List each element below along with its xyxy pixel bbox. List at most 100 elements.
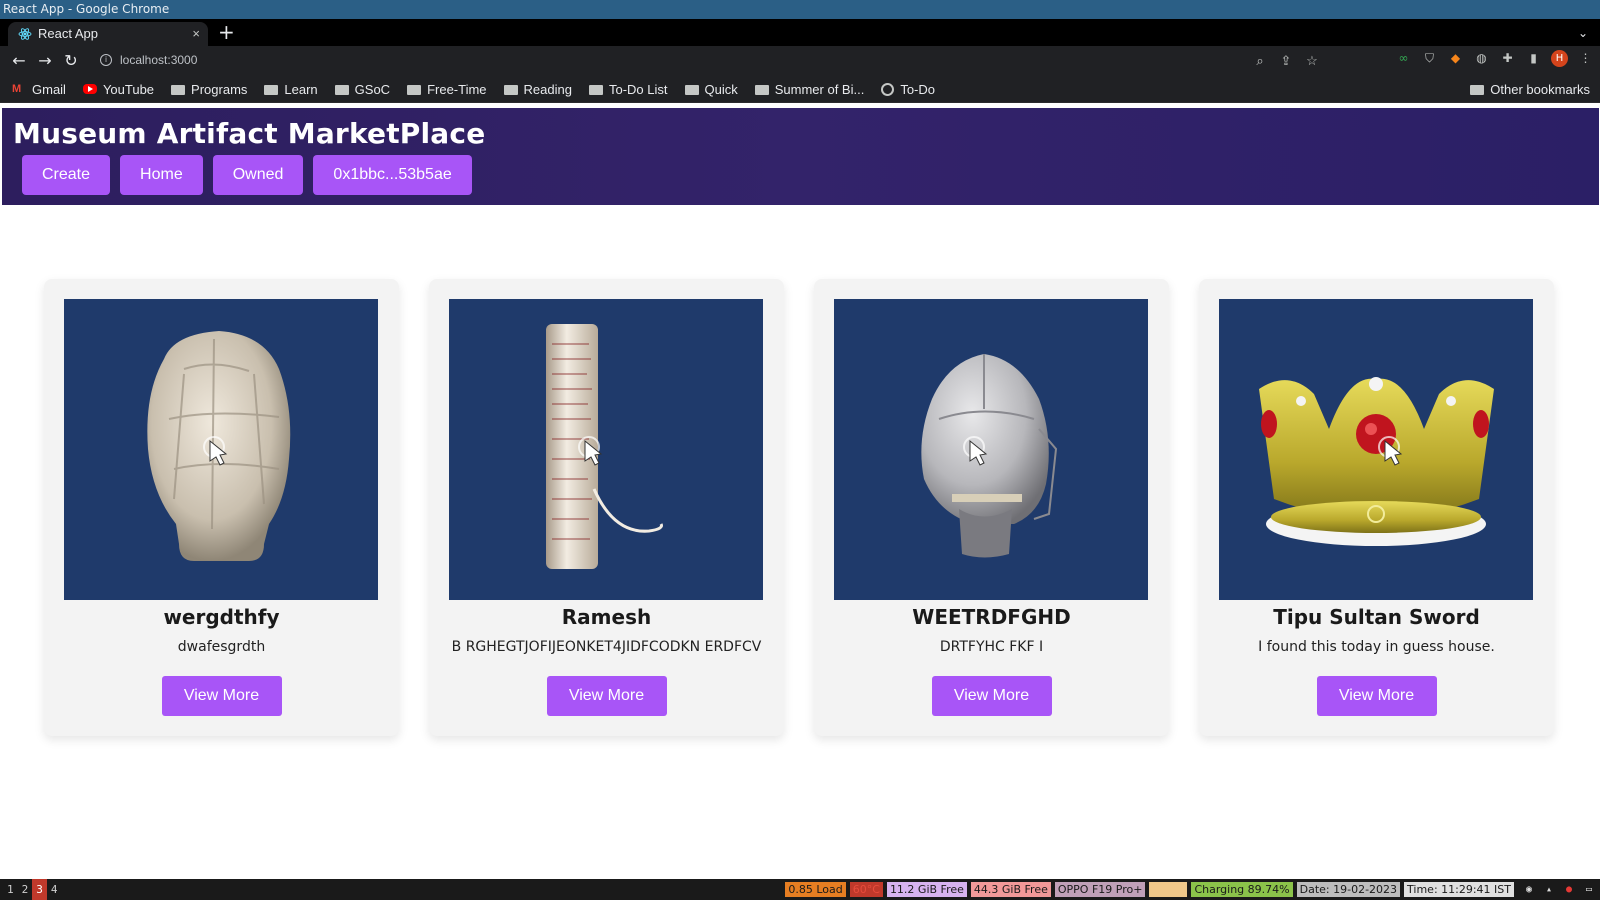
status-segment: 11.2 GiB Free bbox=[886, 882, 967, 897]
extension-shield-icon[interactable]: ⛉ bbox=[1421, 50, 1438, 67]
profile-avatar[interactable]: H bbox=[1551, 50, 1568, 67]
zoom-icon[interactable]: ⌕ bbox=[1252, 49, 1268, 72]
artifact-card: Tipu Sultan Sword I found this today in … bbox=[1199, 279, 1554, 736]
extension-infinity-icon[interactable]: ∞ bbox=[1395, 50, 1412, 67]
menu-kebab-icon[interactable]: ⋮ bbox=[1577, 50, 1594, 67]
tab-search-icon[interactable]: ⌄ bbox=[1578, 21, 1588, 45]
view-more-button[interactable]: View More bbox=[161, 676, 282, 716]
status-segment: 0.85 Load bbox=[785, 882, 846, 897]
bookmark-label: Reading bbox=[523, 81, 572, 97]
reload-icon[interactable]: ↻ bbox=[60, 50, 82, 72]
artifact-title: Tipu Sultan Sword bbox=[1273, 605, 1480, 629]
workspace-1[interactable]: 1 bbox=[3, 879, 18, 900]
network-tray-icon[interactable]: ▴ bbox=[1542, 883, 1556, 897]
react-logo-icon bbox=[18, 28, 32, 40]
share-icon[interactable]: ⇪ bbox=[1278, 49, 1294, 72]
side-panel-icon[interactable]: ▮ bbox=[1525, 50, 1542, 67]
discord-tray-icon[interactable]: ◉ bbox=[1522, 883, 1536, 897]
display-tray-icon[interactable]: ▭ bbox=[1582, 883, 1596, 897]
view-more-button[interactable]: View More bbox=[1316, 676, 1437, 716]
bookmark-free-time[interactable]: Free-Time bbox=[407, 82, 487, 97]
extensions-puzzle-icon[interactable]: ✚ bbox=[1499, 50, 1516, 67]
bookmark-label: GSoC bbox=[354, 81, 391, 97]
close-tab-icon[interactable]: × bbox=[192, 22, 200, 46]
bookmark-to-do[interactable]: To-Do bbox=[881, 82, 935, 97]
bookmark-learn[interactable]: Learn bbox=[264, 81, 318, 97]
artifact-image-crown[interactable] bbox=[1219, 299, 1533, 600]
bookmark-label: Summer of Bi... bbox=[774, 81, 865, 97]
tab-react-app[interactable]: React App × bbox=[8, 22, 208, 46]
window-title: React App - Google Chrome bbox=[3, 2, 170, 16]
artifact-grid: wergdthfy dwafesgrdth View More Ramesh B… bbox=[44, 279, 1554, 736]
system-status-bar: 1234 0.85 Load 60°C 11.2 GiB Free 44.3 GiB … bbox=[0, 879, 1600, 900]
bookmark-label: Programs bbox=[191, 81, 248, 97]
artifact-description: B RGHEGTJOFIJEONKET4JIDFCODKN ERDFCV bbox=[451, 639, 762, 655]
folder-icon bbox=[407, 85, 422, 95]
youtube-icon bbox=[82, 84, 97, 94]
wallet-account-button[interactable]: 0x1bbc...53b5ae bbox=[313, 155, 472, 195]
tab-title: React App bbox=[38, 26, 98, 41]
artifact-title: WEETRDFGHD bbox=[912, 605, 1071, 629]
status-segment bbox=[1149, 882, 1188, 897]
folder-icon bbox=[1470, 85, 1485, 95]
browser-toolbar: ← → ↻ i localhost:3000 ⌕ ⇪ ☆ ∞ ⛉ ◆ ◍ ✚ ▮… bbox=[0, 46, 1600, 75]
bookmark-summer-of-bi[interactable]: Summer of Bi... bbox=[754, 81, 865, 97]
forward-icon[interactable]: → bbox=[34, 50, 56, 72]
record-tray-icon[interactable]: ● bbox=[1562, 883, 1576, 897]
bookmark-quick[interactable]: Quick bbox=[684, 81, 738, 97]
bookmark-label: To-Do List bbox=[608, 81, 668, 97]
bookmark-label: To-Do bbox=[900, 81, 935, 97]
artifact-title: Ramesh bbox=[561, 605, 652, 629]
artifact-description: I found this today in guess house. bbox=[1258, 639, 1495, 655]
artifact-description: DRTFYHC FKF I bbox=[939, 639, 1044, 655]
bookmark-label: Quick bbox=[704, 81, 738, 97]
github-icon bbox=[881, 82, 895, 96]
bookmark-gmail[interactable]: M Gmail bbox=[12, 82, 66, 97]
other-bookmarks[interactable]: Other bookmarks bbox=[1470, 75, 1590, 103]
app-header: Museum Artifact MarketPlace Create Home … bbox=[2, 108, 1599, 205]
tab-strip: React App × + ⌄ bbox=[0, 19, 1600, 46]
artifact-title: wergdthfy bbox=[163, 605, 280, 629]
artifact-card: Ramesh B RGHEGTJOFIJEONKET4JIDFCODKN ERD… bbox=[429, 279, 784, 736]
status-segment: 60°C bbox=[849, 882, 883, 897]
bookmark-to-do-list[interactable]: To-Do List bbox=[588, 81, 668, 97]
view-more-button[interactable]: View More bbox=[931, 676, 1052, 716]
workspace-switcher: 1234 bbox=[3, 879, 62, 900]
artifact-image-stone-head[interactable] bbox=[64, 299, 378, 600]
home-button[interactable]: Home bbox=[120, 155, 203, 195]
owned-button[interactable]: Owned bbox=[212, 155, 304, 195]
folder-icon bbox=[334, 85, 349, 95]
workspace-3[interactable]: 3 bbox=[32, 879, 47, 900]
bookmark-programs[interactable]: Programs bbox=[171, 82, 247, 97]
bookmark-gsoc[interactable]: GSoC bbox=[334, 81, 391, 97]
status-segment: OPPO F19 Pro+ bbox=[1054, 882, 1146, 897]
workspace-4[interactable]: 4 bbox=[47, 879, 62, 900]
new-tab-icon[interactable]: + bbox=[218, 20, 235, 44]
bookmark-star-icon[interactable]: ☆ bbox=[1304, 49, 1320, 72]
view-more-button[interactable]: View More bbox=[546, 676, 667, 716]
status-segment: 44.3 GiB Free bbox=[970, 882, 1051, 897]
bookmarks-bar: M Gmail YouTube Programs Learn GSoC Free-Time R… bbox=[0, 75, 1600, 103]
extension-globe-icon[interactable]: ◍ bbox=[1473, 50, 1490, 67]
address-bar[interactable]: i localhost:3000 ⌕ ⇪ ☆ bbox=[92, 49, 1324, 72]
window-title-bar: React App - Google Chrome bbox=[0, 0, 1600, 19]
url-text: localhost:3000 bbox=[120, 53, 198, 67]
artifact-image-helmet[interactable] bbox=[834, 299, 1148, 600]
back-icon[interactable]: ← bbox=[8, 50, 30, 72]
site-info-icon[interactable]: i bbox=[100, 54, 112, 66]
gmail-icon: M bbox=[12, 83, 22, 95]
bookmark-label: Learn bbox=[284, 81, 318, 97]
artifact-image-scroll[interactable] bbox=[449, 299, 763, 600]
bookmark-label: Gmail bbox=[32, 81, 66, 97]
bookmark-youtube[interactable]: YouTube bbox=[82, 82, 154, 97]
bookmark-reading[interactable]: Reading bbox=[503, 81, 572, 97]
create-button[interactable]: Create bbox=[22, 155, 111, 195]
folder-icon bbox=[754, 85, 769, 95]
folder-icon bbox=[503, 85, 518, 95]
status-segment: Charging 89.74% bbox=[1191, 882, 1293, 897]
workspace-2[interactable]: 2 bbox=[18, 879, 33, 900]
folder-icon bbox=[264, 85, 279, 95]
app-nav: Create Home Owned 0x1bbc...53b5ae bbox=[22, 155, 472, 195]
metamask-icon[interactable]: ◆ bbox=[1447, 50, 1464, 67]
artifact-card: wergdthfy dwafesgrdth View More bbox=[44, 279, 399, 736]
